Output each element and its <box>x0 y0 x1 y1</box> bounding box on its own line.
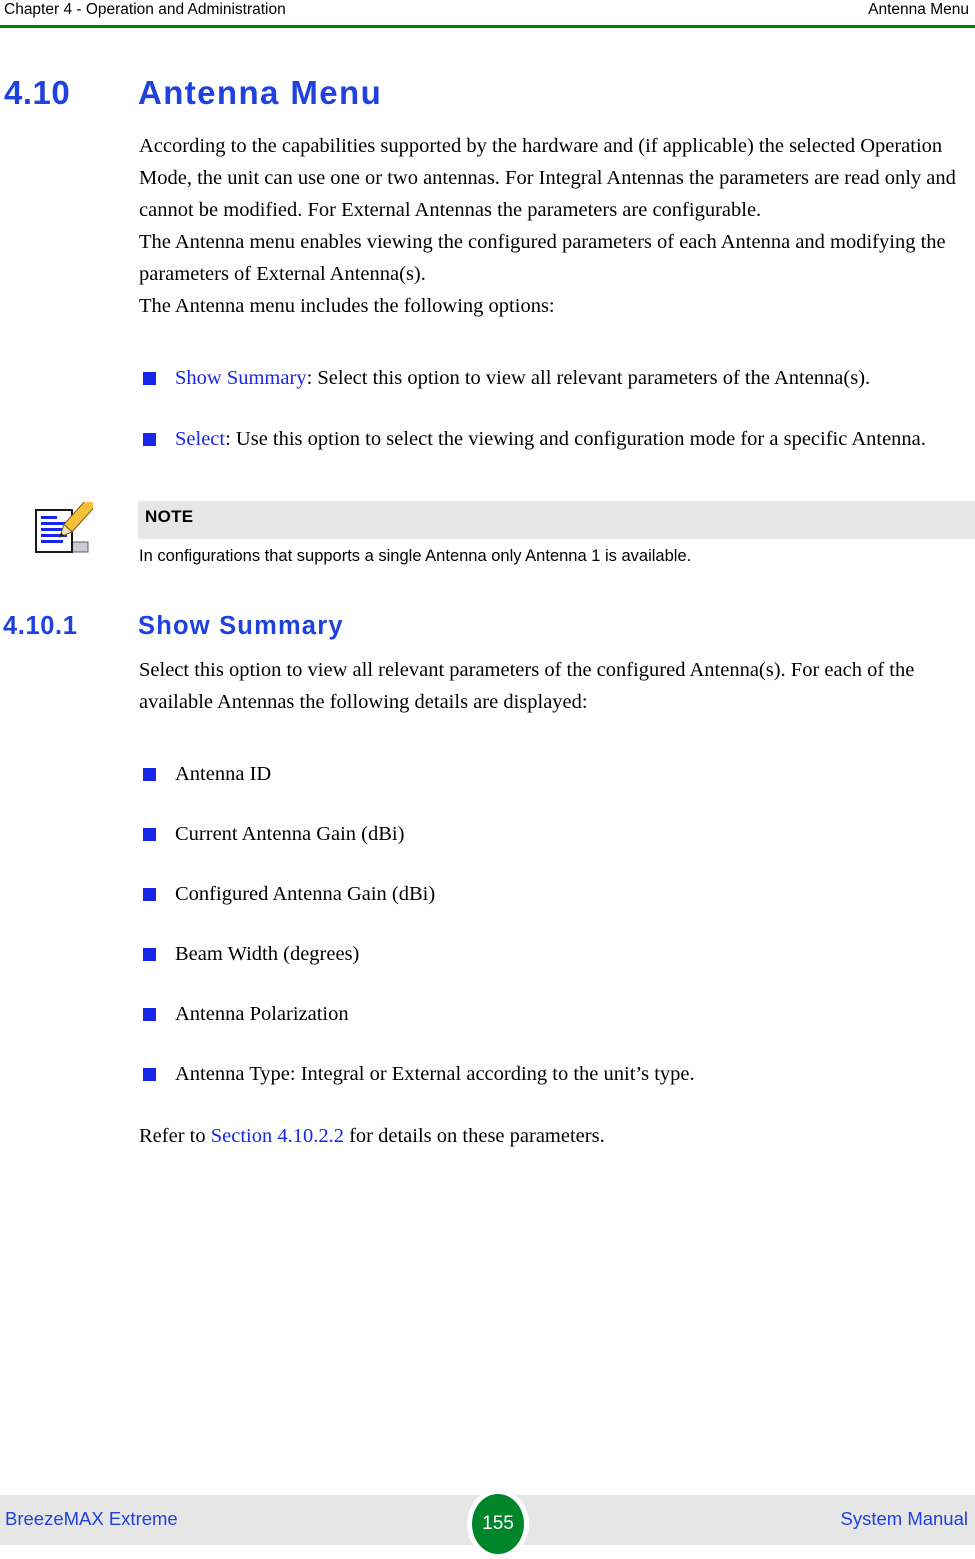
list-item: Antenna Polarization <box>139 998 969 1030</box>
section-heading-4-10: 4.10 Antenna Menu <box>0 74 975 130</box>
list-item: Antenna ID <box>139 758 969 790</box>
paragraph-menu-includes: The Antenna menu includes the following … <box>139 295 555 317</box>
bullet-square-icon <box>143 1008 156 1021</box>
section-heading-4-10-1: 4.10.1 Show Summary <box>0 612 975 654</box>
footer-document-name: System Manual <box>840 1508 969 1529</box>
list-item: Antenna Type: Integral or External accor… <box>139 1058 969 1090</box>
paragraph-menu-enables: The Antenna menu enables viewing the con… <box>139 231 946 285</box>
section-heading-text: Antenna Menu <box>138 74 383 111</box>
list-item: Current Antenna Gain (dBi) <box>139 818 969 850</box>
link-select[interactable]: Select <box>175 428 225 450</box>
list-item: Configured Antenna Gain (dBi) <box>139 878 969 910</box>
body-column-2: Select this option to view all relevant … <box>139 654 967 718</box>
antenna-options-list: Show Summary: Select this option to view… <box>0 362 975 455</box>
header-rule <box>0 25 975 28</box>
subsection-heading-text: Show Summary <box>138 612 344 640</box>
body-column: According to the capabilities supported … <box>139 130 967 322</box>
list-item: Beam Width (degrees) <box>139 938 969 970</box>
link-section-4-10-2-2[interactable]: Section 4.10.2.2 <box>211 1125 344 1147</box>
note-text: In configurations that supports a single… <box>139 547 692 565</box>
list-item-text: Beam Width (degrees) <box>175 943 360 965</box>
paragraph-show-summary-intro: Select this option to view all relevant … <box>139 659 915 713</box>
bullet-square-icon <box>143 888 156 901</box>
list-item-text: Antenna Type: Integral or External accor… <box>175 1063 695 1085</box>
note-admonition: NOTE In configurations that supports a s… <box>0 491 975 579</box>
body-column-3: Refer to Section 4.10.2.2 for details on… <box>139 1120 967 1152</box>
list-item-text: Configured Antenna Gain (dBi) <box>175 883 436 905</box>
list-item-text: : Select this option to view all relevan… <box>306 367 871 389</box>
page-header: Chapter 4 - Operation and Administration… <box>0 0 975 30</box>
list-item-text: : Use this option to select the viewing … <box>225 428 926 450</box>
list-item: Select: Use this option to select the vi… <box>139 423 969 455</box>
list-item-text: Antenna ID <box>175 763 272 785</box>
note-title: NOTE <box>145 507 194 526</box>
bullet-square-icon <box>143 828 156 841</box>
list-item: Show Summary: Select this option to view… <box>139 362 969 394</box>
refer-prefix: Refer to <box>139 1125 211 1147</box>
page-number-badge: 155 <box>472 1494 524 1554</box>
document-content: 4.10 Antenna Menu According to the capab… <box>0 30 975 1152</box>
section-heading-number: 4.10 <box>4 74 71 111</box>
antenna-details-list: Antenna ID Current Antenna Gain (dBi) Co… <box>0 758 975 1090</box>
paragraph-refer: Refer to Section 4.10.2.2 for details on… <box>139 1120 967 1152</box>
footer-product-name: BreezeMAX Extreme <box>5 1508 178 1529</box>
header-section-title: Antenna Menu <box>868 1 969 18</box>
bullet-square-icon <box>143 768 156 781</box>
refer-suffix: for details on these parameters. <box>343 1125 605 1147</box>
note-title-bar <box>138 501 975 539</box>
list-item-text: Current Antenna Gain (dBi) <box>175 823 405 845</box>
bullet-square-icon <box>143 1068 156 1081</box>
header-chapter-title: Chapter 4 - Operation and Administration <box>4 1 286 18</box>
bullet-square-icon <box>143 433 156 446</box>
notepad-pencil-icon <box>31 491 103 566</box>
link-show-summary[interactable]: Show Summary <box>175 367 307 389</box>
list-item-text: Antenna Polarization <box>175 1003 349 1025</box>
paragraph-intro: According to the capabilities supported … <box>139 135 956 221</box>
subsection-heading-number: 4.10.1 <box>3 612 78 640</box>
bullet-square-icon <box>143 372 156 385</box>
bullet-square-icon <box>143 948 156 961</box>
